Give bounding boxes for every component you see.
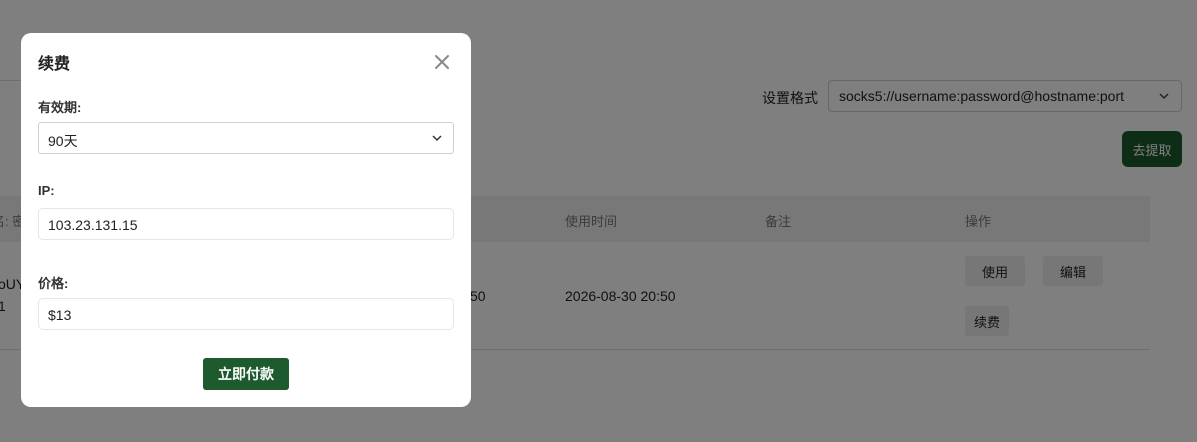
close-icon — [435, 55, 449, 69]
close-button[interactable] — [431, 51, 453, 73]
renew-dialog: 续费 有效期: 90天 IP: 103.23.131.15 价格: $13 立即… — [21, 33, 471, 407]
price-field-value: $13 — [48, 307, 72, 323]
chevron-down-icon — [432, 135, 442, 142]
validity-select-value: 90天 — [48, 133, 78, 149]
ip-label: IP: — [38, 183, 55, 198]
price-label: 价格: — [38, 276, 69, 291]
ip-field-value: 103.23.131.15 — [48, 217, 138, 233]
validity-label: 有效期: — [38, 100, 82, 115]
price-field[interactable]: $13 — [38, 298, 454, 330]
pay-now-button[interactable]: 立即付款 — [203, 358, 289, 390]
dialog-title: 续费 — [38, 56, 71, 73]
ip-field[interactable]: 103.23.131.15 — [38, 208, 454, 240]
validity-select[interactable]: 90天 — [38, 122, 454, 154]
